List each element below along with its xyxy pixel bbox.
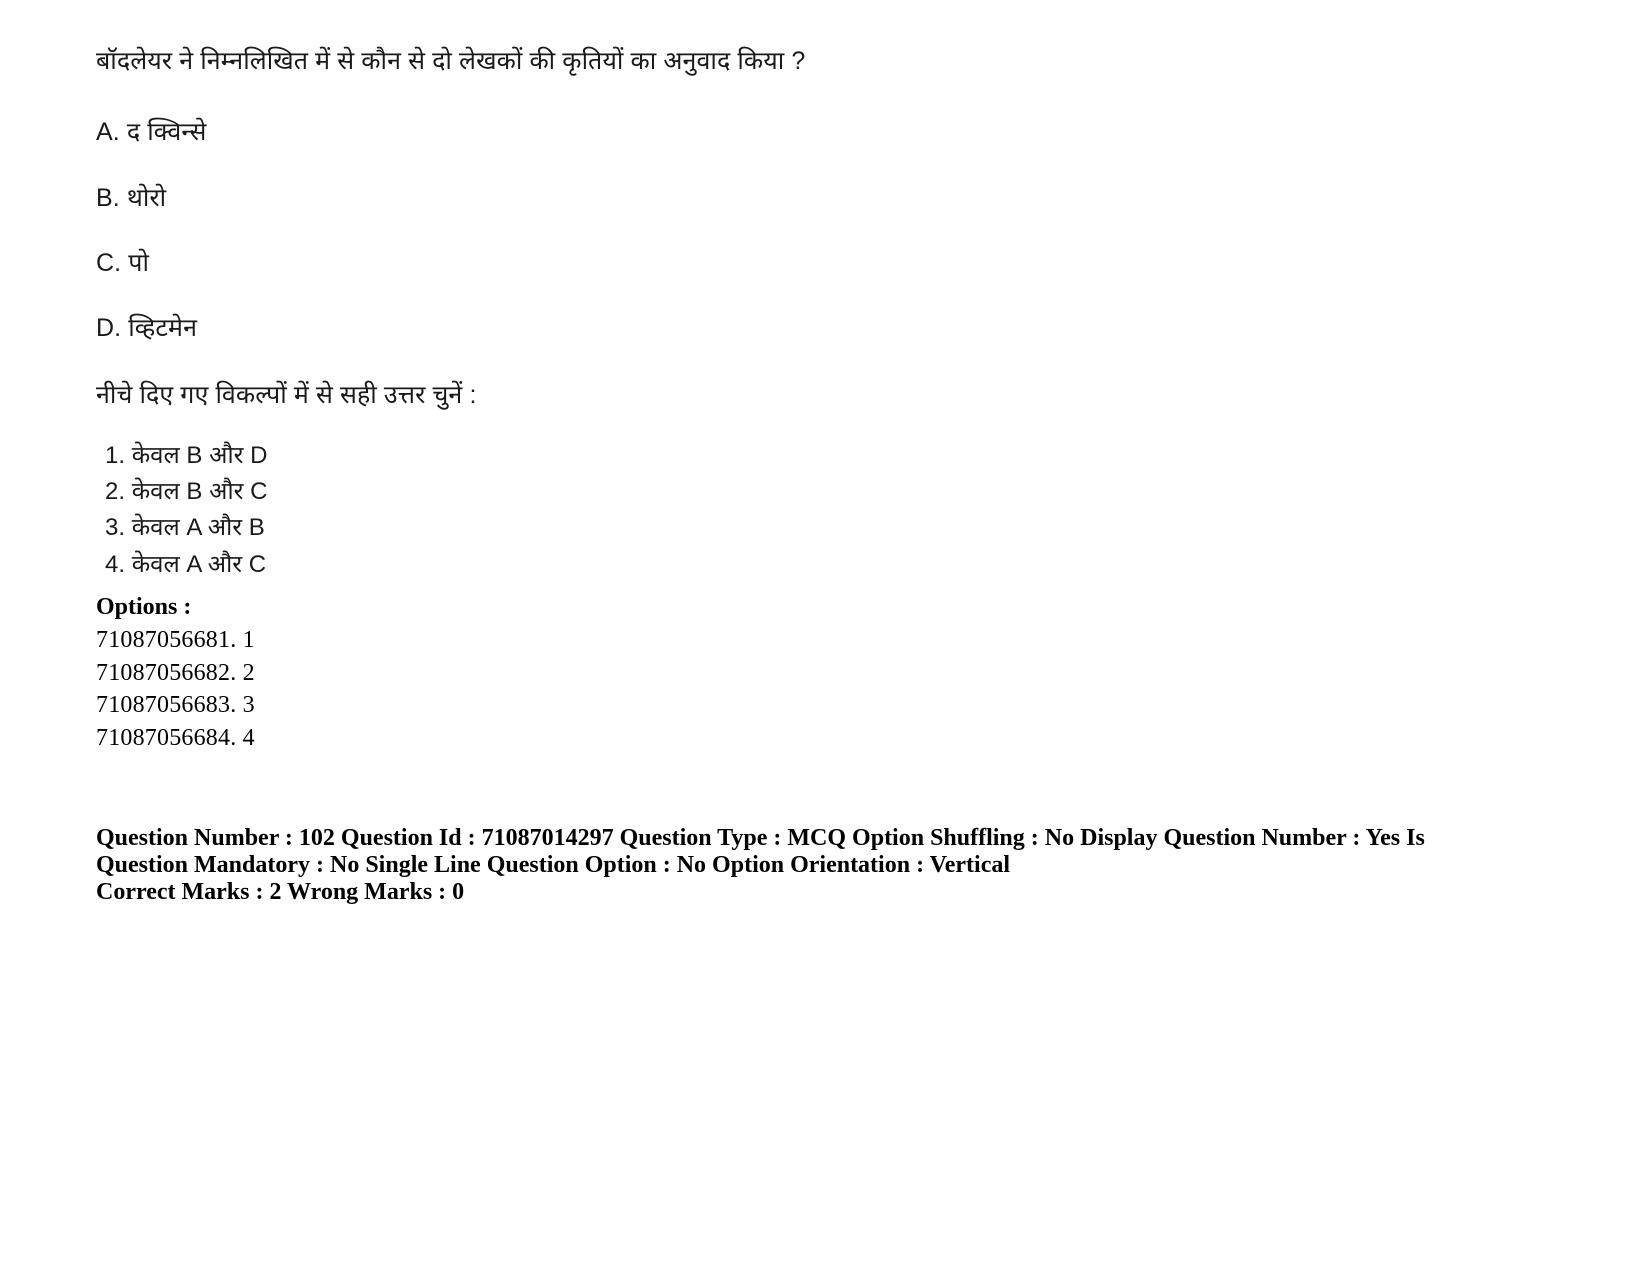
option-code-4: 71087056684. 4 (96, 724, 255, 751)
metadata-line-2: Correct Marks : 2 Wrong Marks : 0 (96, 879, 465, 906)
answer-choice-1: 1. केवल B और D (105, 438, 1436, 474)
statement-a-text: द क्विन्से (126, 118, 207, 147)
statement-d-label: D. (96, 314, 122, 342)
statement-d: D. व्हिटमेन (96, 313, 1436, 344)
answer-choice-1-text: केवल B और D (131, 441, 268, 469)
answer-choice-4-text: केवल A और C (131, 550, 267, 578)
option-code-2: 71087056682. 2 (96, 659, 255, 686)
question-stem: बॉदलेयर ने निम्नलिखित में से कौन से दो ल… (96, 47, 806, 75)
answer-choice-3-text: केवल A और B (131, 514, 265, 542)
statement-b: B. थोरो (96, 183, 1436, 214)
question-content: बॉदलेयर ने निम्नलिखित में से कौन से दो ल… (96, 46, 1436, 907)
statement-b-label: B. (96, 183, 120, 212)
answer-choice-1-number: 1. (105, 441, 126, 469)
statement-c-label: C. (96, 248, 122, 277)
option-code-3: 71087056683. 3 (96, 692, 255, 719)
statement-d-text: व्हिटमेन (128, 314, 198, 342)
answer-choice-2-text: केवल B और C (131, 477, 268, 505)
document-page: बॉदलेयर ने निम्नलिखित में से कौन से दो ल… (0, 0, 1650, 1275)
answer-choice-2: 2. केवल B और C (105, 474, 1436, 510)
answer-choice-4: 4. केवल A और C (105, 547, 1436, 583)
answer-choice-list: 1. केवल B और D 2. केवल B और C 3. केवल A … (96, 438, 1436, 584)
statement-c: C. पो (96, 248, 1436, 279)
answer-choice-3-number: 3. (105, 514, 126, 542)
options-label: Options : (96, 594, 192, 621)
answer-choice-3: 3. केवल A और B (105, 510, 1436, 546)
statement-a: A. द क्विन्से (96, 117, 1436, 148)
options-section: Options : 71087056681. 1 71087056682. 2 … (96, 591, 1436, 754)
statement-c-text: पो (128, 248, 150, 277)
answer-choice-4-number: 4. (105, 550, 126, 578)
metadata-line-1: Question Number : 102 Question Id : 7108… (96, 824, 1425, 878)
statement-b-text: थोरो (126, 183, 167, 212)
question-metadata: Question Number : 102 Question Id : 7108… (96, 825, 1426, 907)
answer-instruction: नीचे दिए गए विकल्पों में से सही उत्तर चु… (96, 381, 477, 410)
statement-a-label: A. (96, 118, 120, 147)
option-code-1: 71087056681. 1 (96, 627, 255, 653)
answer-choice-2-number: 2. (105, 477, 126, 505)
